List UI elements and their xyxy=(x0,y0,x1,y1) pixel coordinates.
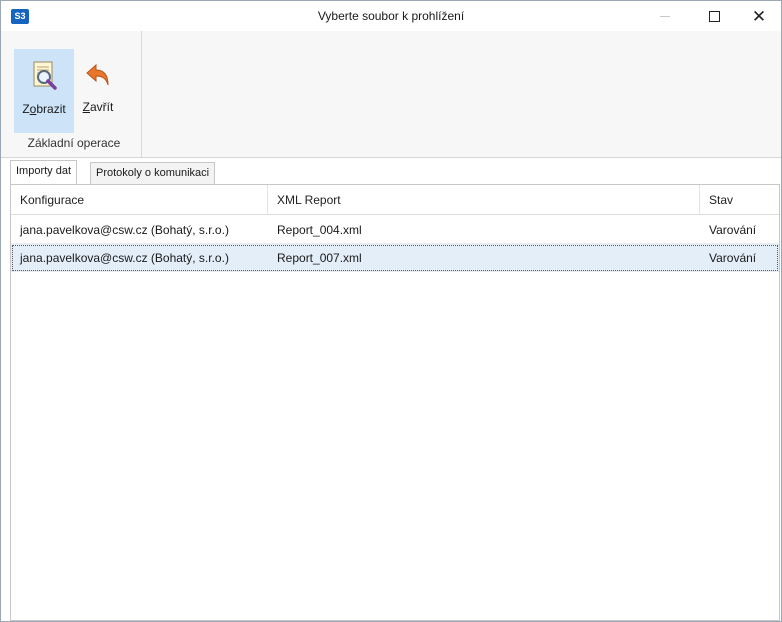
data-grid[interactable]: Konfigurace XML Report Stav jana.pavelko… xyxy=(10,184,780,621)
maximize-button[interactable] xyxy=(691,1,737,31)
tab-communication-logs[interactable]: Protokoly o komunikaci xyxy=(90,162,216,184)
close-button-label: Zavřít xyxy=(82,100,114,114)
show-button-label: Zobrazit xyxy=(22,102,66,116)
tab-data-imports[interactable]: Importy dat xyxy=(10,160,78,184)
close-icon: ✕ xyxy=(751,6,767,26)
magnifier-document-icon xyxy=(33,61,57,90)
cell-xml-report: Report_004.xml xyxy=(277,223,362,237)
cell-configuration: jana.pavelkova@csw.cz (Bohatý, s.r.o.) xyxy=(20,223,229,237)
close-button[interactable]: Zavřít xyxy=(78,49,118,133)
show-button[interactable]: Zobrazit xyxy=(14,49,74,133)
table-row[interactable]: jana.pavelkova@csw.cz (Bohatý, s.r.o.) R… xyxy=(11,216,779,244)
table-row-selected[interactable]: jana.pavelkova@csw.cz (Bohatý, s.r.o.) R… xyxy=(11,244,779,272)
tab-strip: Importy dat Protokoly o komunikaci xyxy=(10,159,780,184)
ribbon: Zobrazit Zavřít Základní operace xyxy=(1,31,781,158)
cell-xml-report: Report_007.xml xyxy=(277,251,362,265)
column-header-status[interactable]: Stav xyxy=(700,185,779,214)
column-header-xml-report[interactable]: XML Report xyxy=(268,185,700,214)
minimize-icon xyxy=(660,15,670,17)
cell-status: Varování xyxy=(709,223,757,237)
minimize-button[interactable] xyxy=(642,1,688,31)
ribbon-group-label: Základní operace xyxy=(27,136,121,150)
column-header-configuration[interactable]: Konfigurace xyxy=(11,185,268,214)
title-bar[interactable]: S3 Vyberte soubor k prohlížení ✕ xyxy=(1,1,781,31)
close-window-button[interactable]: ✕ xyxy=(736,1,782,31)
dialog-window: S3 Vyberte soubor k prohlížení ✕ Zobrazi… xyxy=(0,0,782,622)
app-icon: S3 xyxy=(11,9,29,24)
grid-header: Konfigurace XML Report Stav xyxy=(11,185,779,215)
cell-configuration: jana.pavelkova@csw.cz (Bohatý, s.r.o.) xyxy=(20,251,229,265)
undo-arrow-icon xyxy=(86,63,109,86)
cell-status: Varování xyxy=(709,251,757,265)
maximize-icon xyxy=(708,10,720,22)
ribbon-group-basic-operations: Zobrazit Zavřít Základní operace xyxy=(6,31,142,157)
